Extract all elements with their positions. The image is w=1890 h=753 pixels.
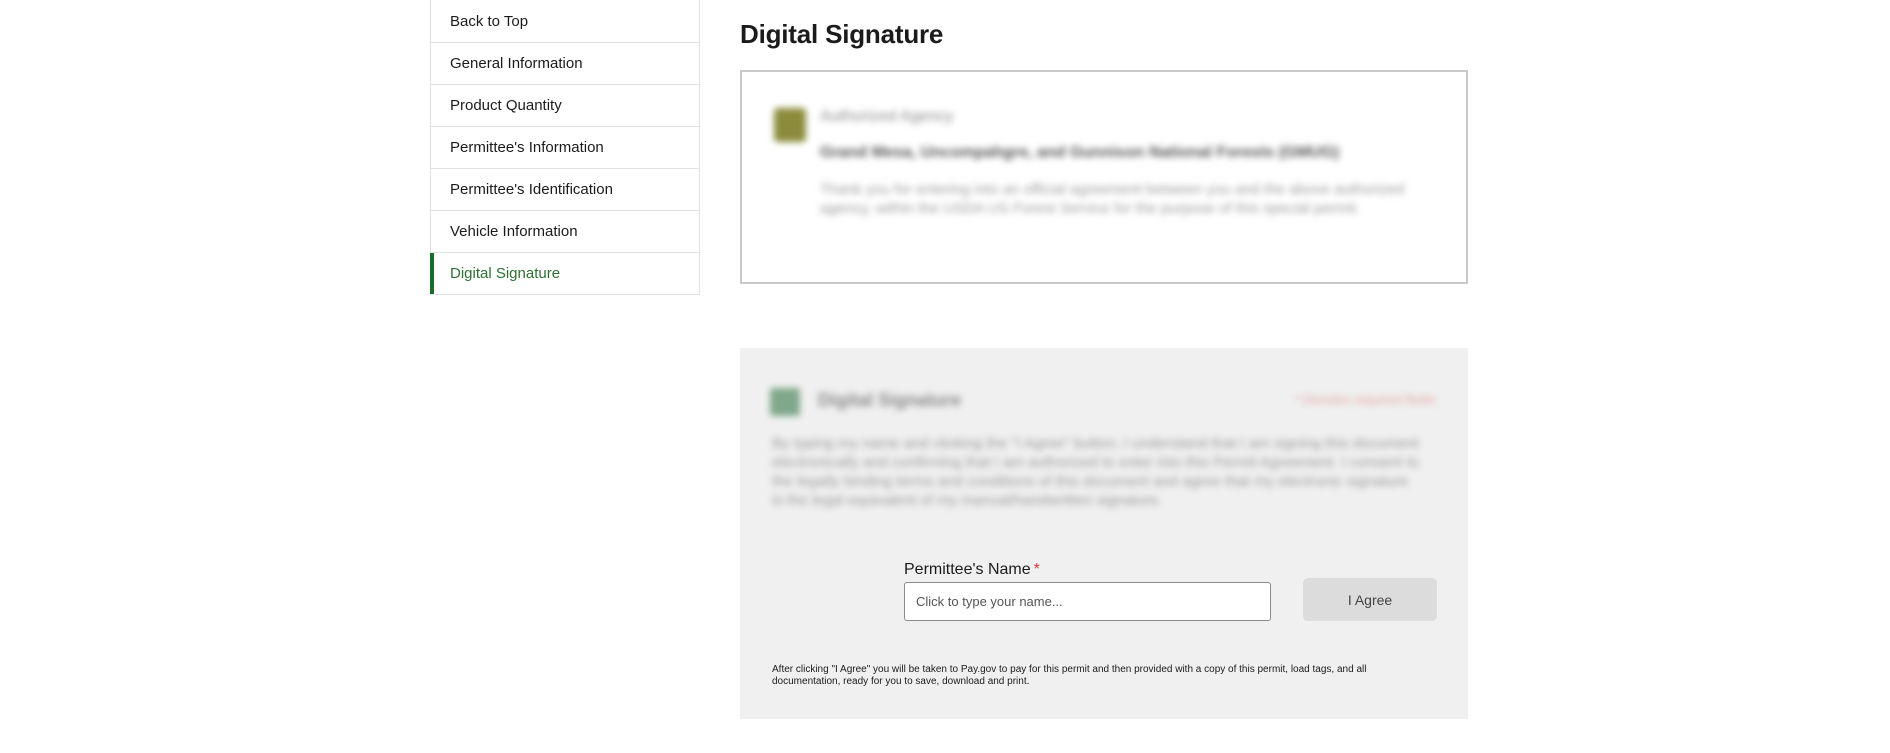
permittee-name-label: Permittee's Name * (904, 561, 1040, 579)
nav-item-vehicle-information[interactable]: Vehicle Information (431, 210, 699, 252)
authorized-agency-card: Authorized Agency Grand Mesa, Uncompahgr… (740, 70, 1468, 284)
i-agree-button[interactable]: I Agree (1303, 578, 1437, 621)
agency-name: Grand Mesa, Uncompahgre, and Gunnison Na… (820, 144, 1340, 161)
payment-footnote: After clicking "I Agree" you will be tak… (772, 664, 1367, 687)
permittee-name-input[interactable] (904, 582, 1271, 621)
nav-item-back-to-top[interactable]: Back to Top (431, 0, 699, 42)
required-fields-note: * Denotes required fields (1293, 392, 1436, 407)
page-title: Digital Signature (740, 19, 944, 49)
signature-pen-icon (770, 388, 800, 416)
nav-item-permittees-identification[interactable]: Permittee's Identification (431, 168, 699, 210)
nav-item-digital-signature[interactable]: Digital Signature (430, 252, 699, 294)
agency-seal-icon (774, 108, 806, 142)
permittee-name-label-text: Permittee's Name (904, 561, 1031, 578)
agency-label: Authorized Agency (820, 108, 954, 125)
nav-item-general-information[interactable]: General Information (431, 42, 699, 84)
side-navigation: Back to Top General Information Product … (430, 0, 700, 295)
signature-heading: Digital Signature (818, 390, 962, 410)
required-asterisk: * (1033, 561, 1040, 578)
nav-item-permittees-information[interactable]: Permittee's Information (431, 126, 699, 168)
agency-description: Thank you for entering into an official … (820, 181, 1405, 217)
nav-item-product-quantity[interactable]: Product Quantity (431, 84, 699, 126)
signature-panel: Digital Signature * Denotes required fie… (740, 348, 1468, 719)
agreement-text: By typing my name and clicking the "I Ag… (772, 435, 1419, 509)
